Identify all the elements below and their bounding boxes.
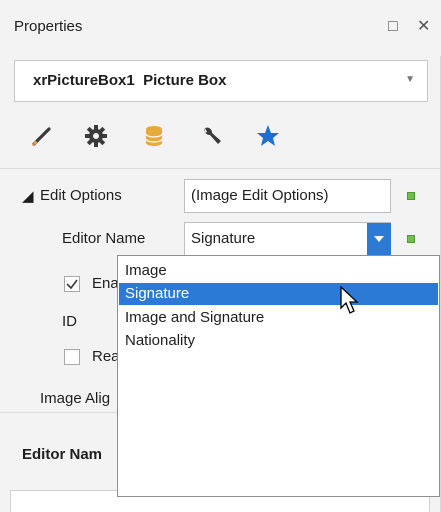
brush-icon[interactable] <box>26 120 58 152</box>
gear-icon[interactable] <box>80 120 112 152</box>
dropdown-option-selected[interactable]: Signature <box>119 283 438 305</box>
wrench-icon[interactable] <box>196 120 228 152</box>
mouse-cursor-icon <box>340 286 359 314</box>
image-alignment-label: Image Alig <box>40 390 111 407</box>
editor-name-dropdown-list: Image Signature Image and Signature Nati… <box>117 255 440 497</box>
chevron-down-icon[interactable]: ▼ <box>405 74 415 85</box>
chevron-down-icon <box>374 236 384 242</box>
object-selector-label: xrPictureBox1 Picture Box <box>33 72 226 89</box>
panel-title: Properties <box>14 18 83 35</box>
enabled-label: Ena <box>92 275 119 292</box>
editor-name-value: Signature <box>191 230 256 247</box>
object-type: Picture Box <box>143 72 227 89</box>
read-only-checkbox[interactable] <box>64 349 80 365</box>
editor-name-combo[interactable]: Signature <box>184 222 391 256</box>
properties-panel: Properties □ ✕ xrPictureBox1 Picture Box… <box>0 0 441 512</box>
editor-name-dropdown-button[interactable] <box>367 223 391 255</box>
edit-options-label: Edit Options <box>40 187 122 204</box>
close-icon[interactable]: ✕ <box>417 18 430 36</box>
object-name: xrPictureBox1 <box>33 72 135 89</box>
checkmark-icon <box>66 279 78 290</box>
expand-triangle-icon[interactable]: ◢ <box>22 187 34 205</box>
read-only-label: Rea <box>92 348 120 365</box>
description-title: Editor Nam <box>22 446 103 463</box>
enabled-checkbox[interactable] <box>64 276 80 292</box>
dropdown-option[interactable]: Image <box>119 260 438 282</box>
dropdown-option[interactable]: Image and Signature <box>119 307 438 329</box>
property-marker <box>407 192 415 200</box>
property-marker <box>407 235 415 243</box>
object-selector[interactable]: xrPictureBox1 Picture Box ▼ <box>14 60 428 102</box>
dropdown-option[interactable]: Nationality <box>119 330 438 352</box>
restore-icon[interactable]: □ <box>388 18 398 36</box>
edit-options-field[interactable]: (Image Edit Options) <box>184 179 391 213</box>
editor-name-label: Editor Name <box>62 230 146 247</box>
star-icon[interactable] <box>252 120 284 152</box>
title-bar: Properties □ ✕ <box>0 0 441 56</box>
divider <box>0 168 441 169</box>
id-label: ID <box>62 313 77 330</box>
database-icon[interactable] <box>138 120 170 152</box>
